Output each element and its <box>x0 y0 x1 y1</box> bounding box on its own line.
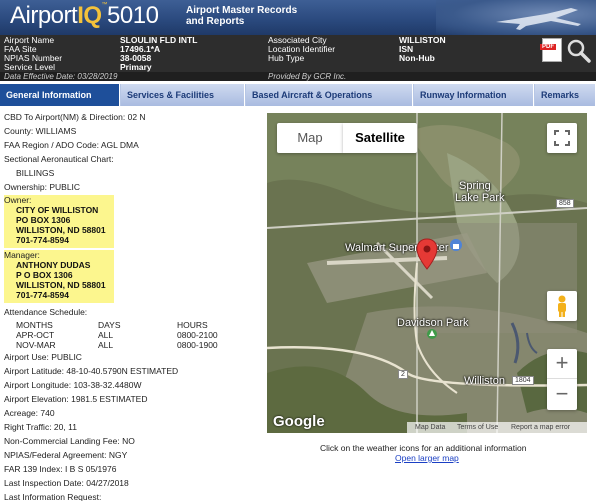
shopping-bag-icon <box>450 239 462 251</box>
tab-general-information[interactable]: General Information <box>0 84 120 106</box>
airplane-banner-image <box>436 0 596 35</box>
schedule-cell: NOV-MAR <box>16 340 56 350</box>
pdf-download-icon[interactable]: PDF <box>540 38 562 62</box>
schedule-cell: 0800-2100 <box>177 330 218 340</box>
map-view-button[interactable]: Map <box>277 123 343 153</box>
owner-label: Owner: <box>4 195 32 205</box>
schedule-header-months: MONTHS <box>16 320 53 330</box>
landing-fee: Non-Commercial Landing Fee: NO <box>4 436 135 446</box>
pegman-icon <box>558 295 566 317</box>
effective-date-bar: Data Effective Date: 03/28/2019 Provided… <box>0 72 596 81</box>
tab-based-aircraft-operations[interactable]: Based Aircraft & Operations <box>246 84 413 106</box>
owner-line: CITY OF WILLISTON <box>16 205 99 215</box>
hub-type-label: Hub Type <box>268 53 305 63</box>
route-shield: 858 <box>556 199 574 208</box>
owner-line: WILLISTON, ND 58801 <box>16 225 106 235</box>
manager-line: 701-774-8594 <box>16 290 69 300</box>
manager-block: Manager: ANTHONY DUDAS P O BOX 1306 WILL… <box>4 250 114 303</box>
route-shield: 1804 <box>512 376 534 385</box>
report-error-link[interactable]: Report a map error <box>511 422 570 433</box>
zoom-in-button[interactable]: + <box>547 349 577 379</box>
attendance-label: Attendance Schedule: <box>4 307 88 317</box>
schedule-header-days: DAYS <box>98 320 121 330</box>
zoom-controls: + − <box>547 349 577 410</box>
owner-line: 701-774-8594 <box>16 235 69 245</box>
route-shield: 2 <box>398 370 408 379</box>
tab-services-facilities[interactable]: Services & Facilities <box>121 84 245 106</box>
map-label: Williston <box>464 375 505 387</box>
airplane-icon <box>496 8 581 30</box>
app-logo: AirportIQ™5010 <box>10 2 159 29</box>
effective-date: Data Effective Date: 03/28/2019 <box>4 72 118 81</box>
last-information-request: Last Information Request: <box>4 492 102 501</box>
terms-of-use-link[interactable]: Terms of Use <box>457 422 498 433</box>
map-imagery <box>267 113 587 433</box>
search-icon[interactable] <box>566 38 592 64</box>
service-level-value: Primary <box>120 62 152 72</box>
npias-federal-agreement: NPIAS/Federal Agreement: NGY <box>4 450 128 460</box>
service-level-label: Service Level <box>4 62 56 72</box>
last-inspection-date: Last Inspection Date: 04/27/2018 <box>4 478 129 488</box>
airport-info-header: Airport Name SLOULIN FLD INTL FAA Site 1… <box>0 35 596 81</box>
manager-line: ANTHONY DUDAS <box>16 260 91 270</box>
map-attribution: Map Data Terms of Use Report a map error <box>407 422 587 433</box>
zoom-out-button[interactable]: − <box>547 380 577 410</box>
ownership: Ownership: PUBLIC <box>4 182 81 192</box>
sectional-chart-label: Sectional Aeronautical Chart: <box>4 154 114 164</box>
owner-block: Owner: CITY OF WILLISTON PO BOX 1306 WIL… <box>4 195 114 248</box>
cbd-direction: CBD To Airport(NM) & Direction: 02 N <box>4 112 146 122</box>
airport-latitude: Airport Latitude: 48-10-40.5790N ESTIMAT… <box>4 366 179 376</box>
schedule-header-hours: HOURS <box>177 320 208 330</box>
airport-longitude: Airport Longitude: 103-38-32.4480W <box>4 380 142 390</box>
tab-remarks[interactable]: Remarks <box>535 84 596 106</box>
park-icon <box>427 329 437 339</box>
schedule-cell: APR-OCT <box>16 330 55 340</box>
google-logo: Google <box>273 413 325 430</box>
faa-region: FAA Region / ADO Code: AGL DMA <box>4 140 139 150</box>
right-traffic: Right Traffic: 20, 11 <box>4 422 77 432</box>
schedule-cell: ALL <box>98 340 114 350</box>
fullscreen-button[interactable] <box>547 123 577 153</box>
map-data-link[interactable]: Map Data <box>415 422 445 433</box>
airport-use: Airport Use: PUBLIC <box>4 352 82 362</box>
location-pin-icon[interactable] <box>416 238 438 270</box>
section-tabs: General Information Services & Facilitie… <box>0 84 596 106</box>
provided-by: Provided By GCR Inc. <box>268 72 347 81</box>
schedule-cell: ALL <box>98 330 114 340</box>
county: County: WILLIAMS <box>4 126 77 136</box>
sectional-chart-value: BILLINGS <box>16 168 55 178</box>
app-tagline: Airport Master Records and Reports <box>186 5 298 27</box>
schedule-cell: 0800-1900 <box>177 340 218 350</box>
manager-line: P O BOX 1306 <box>16 270 73 280</box>
acreage: Acreage: 740 <box>4 408 55 418</box>
map-label: Spring <box>459 180 491 192</box>
open-larger-map-link[interactable]: Open larger map <box>395 453 459 463</box>
owner-line: PO BOX 1306 <box>16 215 71 225</box>
fullscreen-icon <box>554 130 570 146</box>
hub-type-value: Non-Hub <box>399 53 435 63</box>
manager-line: WILLISTON, ND 58801 <box>16 280 106 290</box>
satellite-view-button[interactable]: Satellite <box>343 123 417 153</box>
airport-elevation: Airport Elevation: 1981.5 ESTIMATED <box>4 394 148 404</box>
tab-runway-information[interactable]: Runway Information <box>414 84 534 106</box>
header-banner: AirportIQ™5010 Airport Master Records an… <box>0 0 596 35</box>
far-139-index: FAR 139 Index: I B S 05/1976 <box>4 464 117 474</box>
map-label: Lake Park <box>455 192 505 204</box>
street-view-button[interactable] <box>547 291 577 321</box>
weather-note: Click on the weather icons for an additi… <box>320 443 527 453</box>
satellite-map[interactable]: Spring Lake Park Walmart Supercenter Dav… <box>267 113 587 433</box>
manager-label: Manager: <box>4 250 40 260</box>
